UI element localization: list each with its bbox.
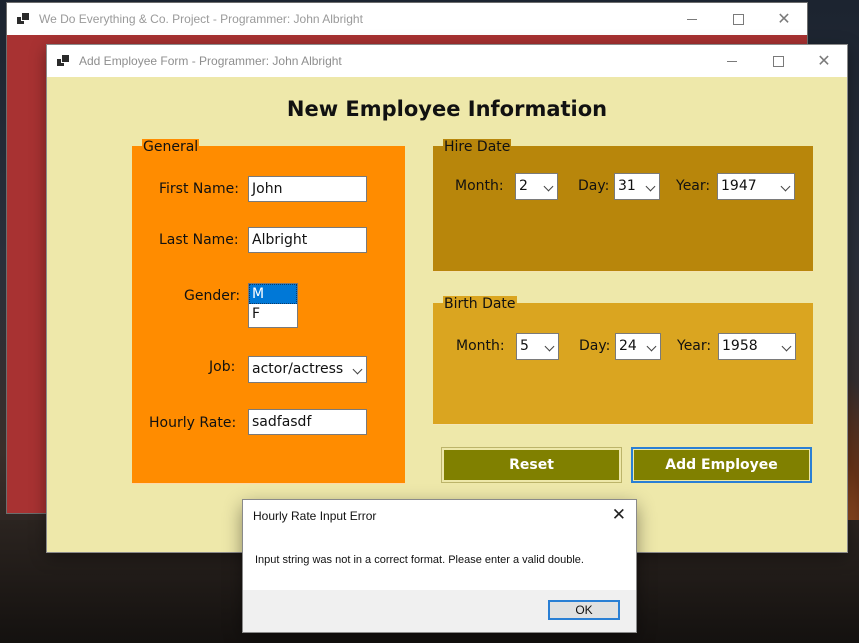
hire-date-groupbox: Hire Date Month: 2 Day: 31 Year: 1947 <box>433 139 813 272</box>
hire-year-select[interactable]: 1947 <box>717 173 795 200</box>
chevron-down-icon <box>645 181 656 192</box>
maximize-icon <box>772 55 784 67</box>
dialog-title: Hourly Rate Input Error <box>253 509 377 523</box>
chevron-down-icon <box>781 341 792 352</box>
last-name-label: Last Name: <box>159 232 239 248</box>
first-name-label: First Name: <box>159 181 239 197</box>
minimize-button[interactable] <box>669 3 715 35</box>
hourly-rate-label: Hourly Rate: <box>149 415 237 431</box>
birth-month-label: Month: <box>456 338 505 354</box>
birth-year-select[interactable]: 1958 <box>718 333 796 360</box>
hire-month-select[interactable]: 2 <box>515 173 558 200</box>
reset-button[interactable]: Reset <box>441 447 622 483</box>
dialog-message: Input string was not in a correct format… <box>255 554 584 566</box>
hire-date-legend: Hire Date <box>443 139 512 155</box>
birth-day-value: 24 <box>619 338 637 354</box>
birth-month-value: 5 <box>520 338 529 354</box>
job-label: Job: <box>209 359 236 375</box>
minimize-button[interactable] <box>709 45 755 77</box>
last-name-field[interactable]: Albright <box>248 227 367 253</box>
birth-month-select[interactable]: 5 <box>516 333 559 360</box>
maximize-icon <box>732 13 744 25</box>
hire-day-value: 31 <box>618 178 636 194</box>
hire-year-label: Year: <box>676 178 711 194</box>
chevron-down-icon <box>543 181 554 192</box>
birth-day-select[interactable]: 24 <box>615 333 661 360</box>
birth-year-label: Year: <box>677 338 712 354</box>
job-select-value: actor/actress <box>252 361 344 377</box>
chevron-down-icon <box>352 364 363 375</box>
minimize-icon <box>727 60 737 62</box>
hire-month-value: 2 <box>519 178 528 194</box>
close-button[interactable]: ✕ <box>801 45 847 77</box>
background-window-titlebar[interactable]: We Do Everything & Co. Project - Program… <box>7 3 807 35</box>
close-icon[interactable]: ✕ <box>612 505 626 525</box>
background-window-title: We Do Everything & Co. Project - Program… <box>39 12 363 26</box>
job-select[interactable]: actor/actress <box>248 356 367 383</box>
hire-year-value: 1947 <box>721 178 757 194</box>
hourly-rate-field[interactable]: sadfasdf <box>248 409 367 435</box>
hire-day-label: Day: <box>578 178 610 194</box>
hire-month-label: Month: <box>455 178 504 194</box>
first-name-field[interactable]: John <box>248 176 367 202</box>
birth-year-value: 1958 <box>722 338 758 354</box>
app-icon <box>57 55 69 67</box>
general-legend: General <box>142 139 200 155</box>
chevron-down-icon <box>780 181 791 192</box>
birth-day-label: Day: <box>579 338 611 354</box>
window-controls: ✕ <box>669 3 807 35</box>
main-window-titlebar[interactable]: Add Employee Form - Programmer: John Alb… <box>47 45 847 77</box>
birth-date-legend: Birth Date <box>443 296 517 312</box>
add-employee-window[interactable]: Add Employee Form - Programmer: John Alb… <box>47 45 847 552</box>
general-groupbox: General First Name: John Last Name: Albr… <box>132 139 405 484</box>
gender-listbox[interactable]: M F <box>248 283 298 328</box>
birth-date-groupbox: Birth Date Month: 5 Day: 24 Year: 1958 <box>433 296 813 425</box>
chevron-down-icon <box>646 341 657 352</box>
minimize-icon <box>687 18 697 20</box>
app-icon <box>17 13 29 25</box>
hire-day-select[interactable]: 31 <box>614 173 660 200</box>
dialog-footer: OK <box>243 590 636 632</box>
close-icon: ✕ <box>817 51 831 70</box>
chevron-down-icon <box>544 341 555 352</box>
gender-label: Gender: <box>184 288 241 304</box>
window-controls: ✕ <box>709 45 847 77</box>
maximize-button[interactable] <box>755 45 801 77</box>
close-button[interactable]: ✕ <box>761 3 807 35</box>
ok-button[interactable]: OK <box>548 600 620 620</box>
add-employee-button[interactable]: Add Employee <box>631 447 812 483</box>
form-heading: New Employee Information <box>286 97 608 121</box>
gender-option-f[interactable]: F <box>249 304 297 324</box>
gender-option-m[interactable]: M <box>249 284 297 304</box>
main-window-title: Add Employee Form - Programmer: John Alb… <box>79 54 342 68</box>
close-icon: ✕ <box>777 9 791 28</box>
error-dialog[interactable]: Hourly Rate Input Error ✕ Input string w… <box>243 500 636 632</box>
maximize-button[interactable] <box>715 3 761 35</box>
